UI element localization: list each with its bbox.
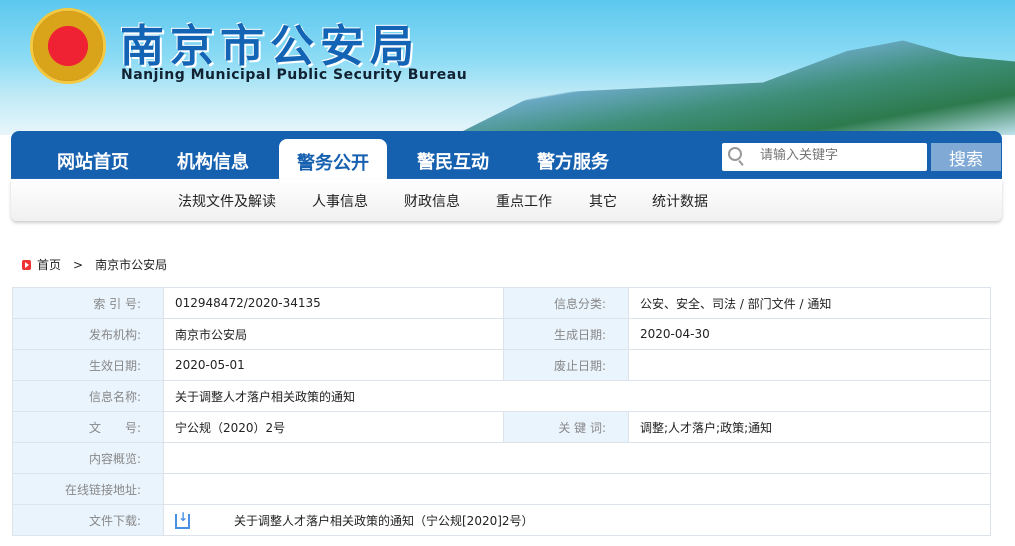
created-value: 2020-04-30 (628, 318, 991, 350)
search-icon (728, 147, 742, 161)
table-row: 在线链接地址: (12, 473, 991, 505)
police-emblem-logo (30, 8, 106, 84)
header-banner: 南京市公安局 Nanjing Municipal Public Security… (0, 0, 1015, 135)
docno-value: 宁公规（2020）2号 (163, 411, 504, 443)
table-row: 发布机构: 南京市公安局 生成日期: 2020-04-30 (12, 318, 991, 350)
created-label: 生成日期: (503, 318, 629, 350)
site-subtitle: Nanjing Municipal Public Security Bureau (121, 67, 468, 83)
location-icon (22, 259, 31, 270)
chevron-right-icon: > (73, 257, 84, 272)
search-box (722, 143, 927, 171)
table-row: 索 引 号: 012948472/2020-34135 信息分类: 公安、安全、… (12, 287, 991, 319)
docno-label: 文 号: (12, 411, 164, 443)
publisher-label: 发布机构: (12, 318, 164, 350)
name-label: 信息名称: (12, 380, 164, 412)
table-row: 文件下载: 关于调整人才落户相关政策的通知（宁公规[2020]2号） (12, 504, 991, 536)
table-row: 内容概览: (12, 442, 991, 474)
download-label: 文件下载: (12, 504, 164, 536)
sub-nav: 法规文件及解读 人事信息 财政信息 重点工作 其它 统计数据 (11, 179, 1002, 221)
link-value (163, 473, 991, 505)
nav-services[interactable]: 警方服务 (537, 148, 609, 174)
effective-value: 2020-05-01 (163, 349, 504, 381)
summary-label: 内容概览: (12, 442, 164, 474)
subnav-key-work[interactable]: 重点工作 (496, 191, 552, 211)
nav-org-info[interactable]: 机构信息 (177, 148, 249, 174)
subnav-personnel[interactable]: 人事信息 (312, 191, 368, 211)
search-button[interactable]: 搜索 (931, 143, 1001, 171)
site-title: 南京市公安局 (120, 21, 420, 72)
breadcrumb: 首页 > 南京市公安局 (22, 256, 167, 273)
table-row: 生效日期: 2020-05-01 废止日期: (12, 349, 991, 381)
table-row: 信息名称: 关于调整人才落户相关政策的通知 (12, 380, 991, 412)
publisher-value: 南京市公安局 (163, 318, 504, 350)
abolished-label: 废止日期: (503, 349, 629, 381)
search-input[interactable] (760, 148, 920, 163)
effective-label: 生效日期: (12, 349, 164, 381)
document-info-table: 索 引 号: 012948472/2020-34135 信息分类: 公安、安全、… (12, 287, 991, 536)
summary-value (163, 442, 991, 474)
subnav-finance[interactable]: 财政信息 (404, 191, 460, 211)
download-link[interactable]: 关于调整人才落户相关政策的通知（宁公规[2020]2号） (234, 514, 534, 528)
nav-home[interactable]: 网站首页 (57, 148, 129, 174)
category-label: 信息分类: (503, 287, 629, 319)
keywords-value: 调整;人才落户;政策;通知 (628, 411, 991, 443)
table-row: 文 号: 宁公规（2020）2号 关 键 词: 调整;人才落户;政策;通知 (12, 411, 991, 443)
subnav-regulations[interactable]: 法规文件及解读 (178, 191, 276, 211)
category-value: 公安、安全、司法 / 部门文件 / 通知 (628, 287, 991, 319)
abolished-value (628, 349, 991, 381)
download-cell: 关于调整人才落户相关政策的通知（宁公规[2020]2号） (163, 504, 991, 536)
nav-interaction[interactable]: 警民互动 (417, 148, 489, 174)
landscape-image (455, 40, 1015, 135)
index-value: 012948472/2020-34135 (163, 287, 504, 319)
index-label: 索 引 号: (12, 287, 164, 319)
name-value: 关于调整人才落户相关政策的通知 (163, 380, 991, 412)
subnav-other[interactable]: 其它 (589, 191, 617, 211)
link-label: 在线链接地址: (12, 473, 164, 505)
download-icon[interactable] (175, 510, 190, 529)
subnav-statistics[interactable]: 统计数据 (652, 191, 708, 211)
keywords-label: 关 键 词: (503, 411, 629, 443)
nav-police-affairs[interactable]: 警务公开 (279, 139, 387, 179)
breadcrumb-current[interactable]: 南京市公安局 (95, 256, 167, 273)
breadcrumb-home[interactable]: 首页 (37, 256, 61, 273)
